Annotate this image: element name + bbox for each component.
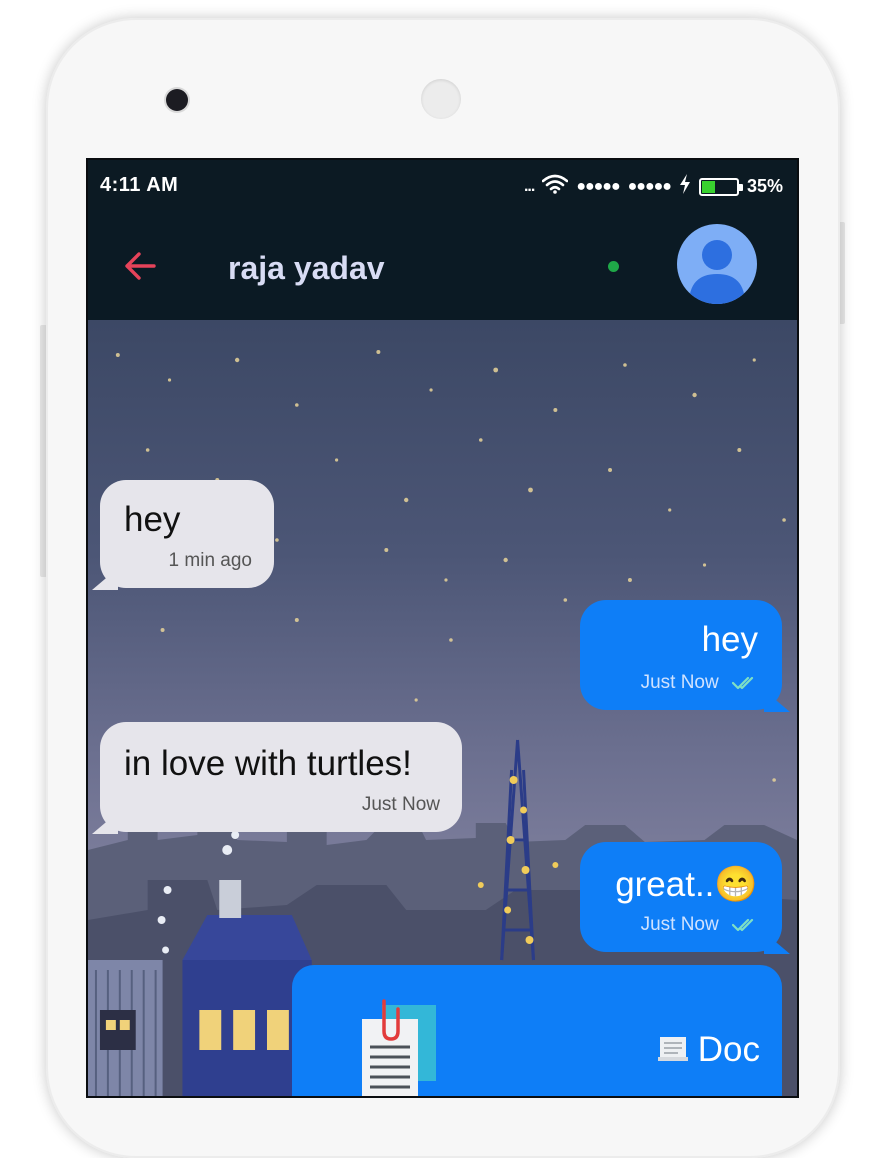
battery-level-fill bbox=[701, 180, 715, 193]
message-status: Just Now bbox=[641, 914, 758, 936]
message-text: in love with turtles! bbox=[124, 744, 412, 783]
avatar[interactable] bbox=[677, 224, 757, 304]
status-indicators: ... ●●●●● ●●●●● 35% bbox=[524, 174, 783, 199]
double-check-icon bbox=[732, 676, 754, 690]
charging-icon bbox=[679, 174, 691, 199]
message-timestamp: Just Now bbox=[640, 672, 719, 693]
status-bar: 4:11 AM ... ●●●●● ●●●●● 35% bbox=[88, 160, 797, 210]
double-check-icon bbox=[732, 918, 754, 932]
document-label: Doc bbox=[656, 1030, 760, 1072]
earpiece-speaker bbox=[421, 79, 461, 119]
document-label-text: Doc bbox=[697, 1030, 760, 1069]
battery-percent: 35% bbox=[746, 176, 783, 196]
chat-header: raja yadav bbox=[88, 210, 797, 320]
page-icon bbox=[656, 1032, 690, 1072]
bubble-tail bbox=[92, 812, 118, 834]
document-message-bubble[interactable]: Doc bbox=[292, 965, 782, 1096]
chat-area[interactable]: hey 1 min ago hey Just Now in love with … bbox=[88, 320, 797, 1096]
bubble-tail bbox=[92, 568, 118, 590]
message-text: hey bbox=[701, 620, 758, 659]
battery-icon bbox=[698, 177, 743, 196]
battery-nub bbox=[738, 183, 743, 191]
message-timestamp: Just Now bbox=[361, 794, 440, 815]
message-bubble-outgoing[interactable]: hey Just Now bbox=[580, 600, 790, 712]
status-time: 4:11 AM bbox=[100, 174, 179, 196]
message-text: hey bbox=[124, 500, 181, 539]
arrow-left-icon[interactable] bbox=[122, 248, 158, 284]
online-status-dot bbox=[608, 261, 619, 272]
contact-name[interactable]: raja yadav bbox=[228, 250, 385, 287]
person-icon bbox=[689, 240, 745, 304]
bubble-tail bbox=[764, 690, 790, 712]
front-camera bbox=[166, 89, 188, 111]
message-status: Just Now bbox=[641, 672, 758, 694]
signal-strength-sim1: ●●●●● bbox=[576, 177, 620, 195]
message-bubble-outgoing[interactable]: great..😁 Just Now bbox=[580, 842, 790, 954]
message-timestamp: Just Now bbox=[640, 914, 719, 935]
status-overflow: ... bbox=[523, 177, 535, 195]
message-bubble-incoming[interactable]: in love with turtles! Just Now bbox=[92, 722, 462, 834]
message-timestamp: 1 min ago bbox=[168, 550, 252, 571]
wifi-icon bbox=[542, 174, 569, 199]
document-icon bbox=[356, 997, 442, 1096]
signal-strength-sim2: ●●●●● bbox=[627, 177, 672, 195]
phone-screen: 4:11 AM ... ●●●●● ●●●●● 35% raja yadav h… bbox=[86, 158, 799, 1098]
bubble-tail bbox=[764, 932, 790, 954]
message-text: great..😁 bbox=[615, 865, 758, 904]
message-bubble-incoming[interactable]: hey 1 min ago bbox=[92, 480, 274, 590]
